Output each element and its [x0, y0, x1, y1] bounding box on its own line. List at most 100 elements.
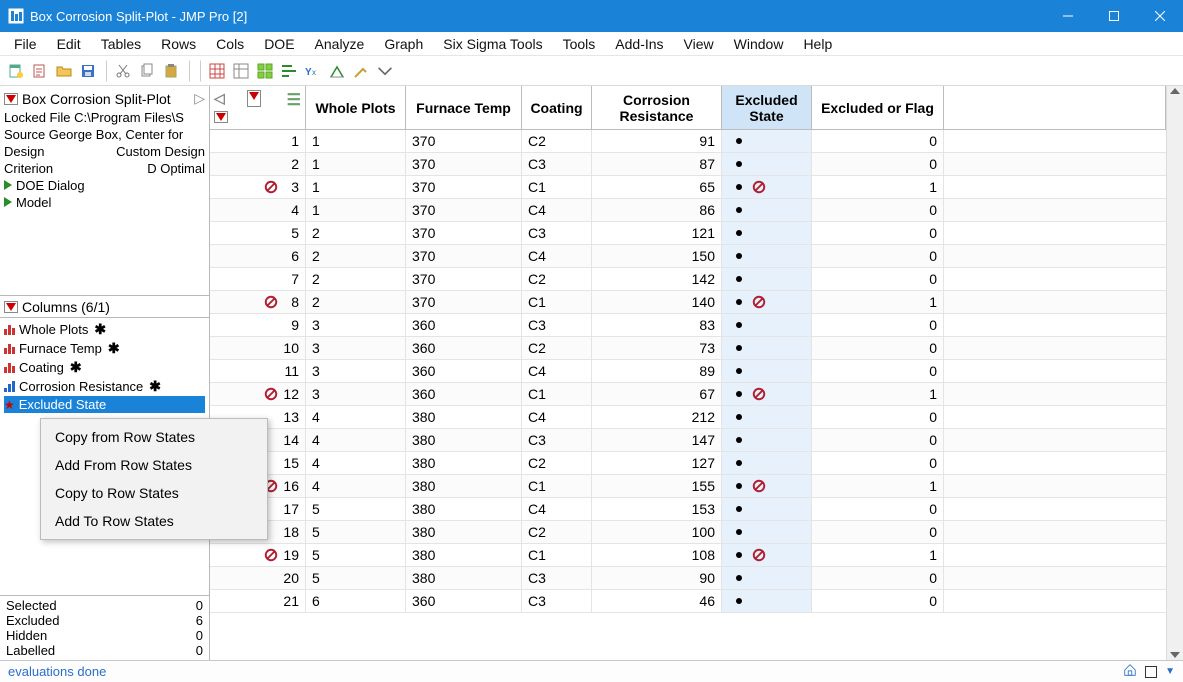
cell-corrosion[interactable]: 142 [592, 268, 722, 290]
menu-analyze[interactable]: Analyze [305, 34, 375, 54]
table-row[interactable]: 31370C1651 [210, 176, 1166, 199]
model[interactable]: Model [16, 195, 51, 210]
cell-whole-plots[interactable]: 5 [306, 567, 406, 589]
cell-coating[interactable]: C1 [522, 291, 592, 313]
subset-icon[interactable] [254, 60, 276, 82]
cell-excluded-flag[interactable]: 0 [812, 153, 944, 175]
row-number-cell[interactable]: 8 [210, 291, 306, 313]
column-item[interactable]: ★Excluded State [4, 396, 205, 413]
row-number-cell[interactable]: 12 [210, 383, 306, 405]
cell-corrosion[interactable]: 140 [592, 291, 722, 313]
cell-coating[interactable]: C2 [522, 452, 592, 474]
disclosure-icon[interactable] [4, 301, 18, 313]
cell-excluded-state[interactable] [722, 383, 812, 405]
col-header-excluded-state[interactable]: Excluded State [722, 86, 812, 129]
cell-coating[interactable]: C2 [522, 521, 592, 543]
table-row[interactable]: 113360C4890 [210, 360, 1166, 383]
cell-excluded-flag[interactable]: 1 [812, 291, 944, 313]
cell-furnace-temp[interactable]: 380 [406, 406, 522, 428]
vertical-scrollbar[interactable] [1166, 86, 1183, 660]
cell-whole-plots[interactable]: 1 [306, 130, 406, 152]
ctx-copy-from-row-states[interactable]: Copy from Row States [41, 423, 267, 451]
col-header-excluded-flag[interactable]: Excluded or Flag [812, 86, 944, 129]
cell-excluded-flag[interactable]: 0 [812, 521, 944, 543]
cell-coating[interactable]: C1 [522, 475, 592, 497]
cell-furnace-temp[interactable]: 380 [406, 475, 522, 497]
cell-whole-plots[interactable]: 3 [306, 383, 406, 405]
cell-whole-plots[interactable]: 5 [306, 544, 406, 566]
table-row[interactable]: 21370C3870 [210, 153, 1166, 176]
cell-furnace-temp[interactable]: 360 [406, 360, 522, 382]
row-number-cell[interactable]: 5 [210, 222, 306, 244]
table-row[interactable]: 52370C31210 [210, 222, 1166, 245]
cell-whole-plots[interactable]: 4 [306, 429, 406, 451]
ctx-add-from-row-states[interactable]: Add From Row States [41, 451, 267, 479]
cell-excluded-state[interactable] [722, 153, 812, 175]
marker-icon[interactable] [350, 60, 372, 82]
cell-coating[interactable]: C4 [522, 406, 592, 428]
cell-corrosion[interactable]: 155 [592, 475, 722, 497]
new-script-icon[interactable] [29, 60, 51, 82]
cell-whole-plots[interactable]: 1 [306, 176, 406, 198]
cell-corrosion[interactable]: 90 [592, 567, 722, 589]
menu-view[interactable]: View [674, 34, 724, 54]
cell-corrosion[interactable]: 150 [592, 245, 722, 267]
cell-furnace-temp[interactable]: 380 [406, 521, 522, 543]
cell-coating[interactable]: C3 [522, 153, 592, 175]
row-header-corner[interactable]: ◁ ☰ [210, 86, 306, 129]
row-number-cell[interactable]: 21 [210, 590, 306, 612]
cell-excluded-state[interactable] [722, 406, 812, 428]
cell-corrosion[interactable]: 127 [592, 452, 722, 474]
square-icon[interactable] [1145, 666, 1157, 678]
cell-whole-plots[interactable]: 2 [306, 268, 406, 290]
cell-whole-plots[interactable]: 5 [306, 498, 406, 520]
table-row[interactable]: 123360C1671 [210, 383, 1166, 406]
cell-furnace-temp[interactable]: 380 [406, 567, 522, 589]
cell-coating[interactable]: C2 [522, 337, 592, 359]
cell-excluded-state[interactable] [722, 498, 812, 520]
col-header-corrosion[interactable]: Corrosion Resistance [592, 86, 722, 129]
cell-furnace-temp[interactable]: 360 [406, 383, 522, 405]
cell-coating[interactable]: C2 [522, 130, 592, 152]
cell-excluded-flag[interactable]: 0 [812, 429, 944, 451]
cell-excluded-state[interactable] [722, 475, 812, 497]
cell-excluded-state[interactable] [722, 544, 812, 566]
cell-excluded-flag[interactable]: 0 [812, 245, 944, 267]
cell-furnace-temp[interactable]: 380 [406, 452, 522, 474]
cell-excluded-flag[interactable]: 0 [812, 337, 944, 359]
col-header-furnace-temp[interactable]: Furnace Temp [406, 86, 522, 129]
cell-corrosion[interactable]: 121 [592, 222, 722, 244]
play-green-icon[interactable] [4, 197, 12, 207]
join-icon[interactable] [278, 60, 300, 82]
menu-rows[interactable]: Rows [151, 34, 206, 54]
cell-corrosion[interactable]: 86 [592, 199, 722, 221]
cell-excluded-flag[interactable]: 0 [812, 314, 944, 336]
doe-dialog[interactable]: DOE Dialog [16, 178, 85, 193]
cell-excluded-state[interactable] [722, 452, 812, 474]
cell-whole-plots[interactable]: 1 [306, 199, 406, 221]
grid-icon[interactable] [206, 60, 228, 82]
cell-whole-plots[interactable]: 2 [306, 291, 406, 313]
table-row[interactable]: 175380C41530 [210, 498, 1166, 521]
cell-excluded-state[interactable] [722, 291, 812, 313]
row-number-cell[interactable]: 7 [210, 268, 306, 290]
cell-coating[interactable]: C3 [522, 222, 592, 244]
cell-corrosion[interactable]: 83 [592, 314, 722, 336]
table-row[interactable]: 93360C3830 [210, 314, 1166, 337]
cell-furnace-temp[interactable]: 380 [406, 544, 522, 566]
cell-coating[interactable]: C4 [522, 245, 592, 267]
cell-coating[interactable]: C1 [522, 383, 592, 405]
cell-coating[interactable]: C3 [522, 314, 592, 336]
col-header-whole-plots[interactable]: Whole Plots [306, 86, 406, 129]
cell-excluded-flag[interactable]: 0 [812, 199, 944, 221]
ctx-add-to-row-states[interactable]: Add To Row States [41, 507, 267, 535]
cell-excluded-flag[interactable]: 1 [812, 544, 944, 566]
table-row[interactable]: 134380C42120 [210, 406, 1166, 429]
cell-corrosion[interactable]: 87 [592, 153, 722, 175]
table-row[interactable]: 216360C3460 [210, 590, 1166, 613]
copy-icon[interactable] [136, 60, 158, 82]
menu-edit[interactable]: Edit [47, 34, 91, 54]
cell-excluded-flag[interactable]: 1 [812, 383, 944, 405]
cell-furnace-temp[interactable]: 370 [406, 291, 522, 313]
cell-coating[interactable]: C4 [522, 199, 592, 221]
